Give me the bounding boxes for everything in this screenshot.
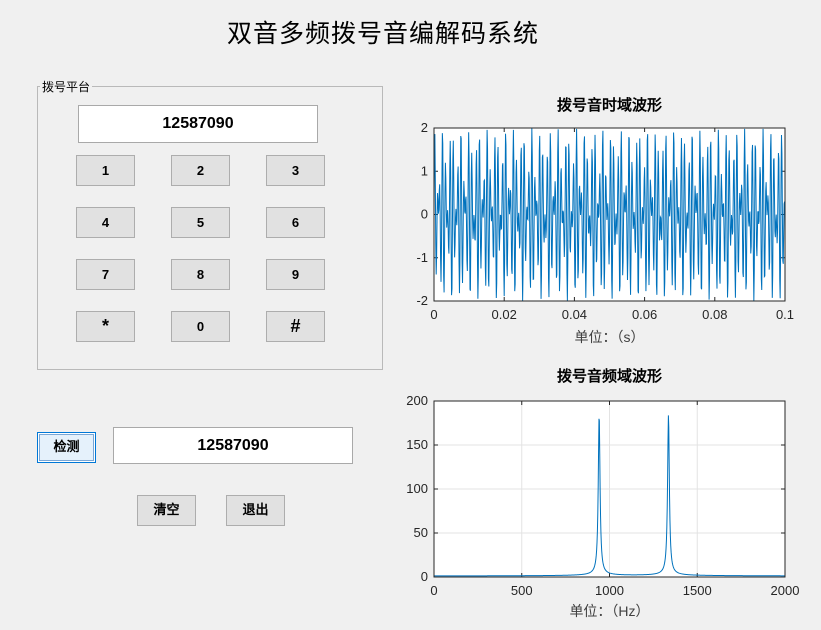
x-tick-label: 500 — [511, 583, 533, 598]
freq-xlabel: 单位：（Hz） — [569, 603, 649, 619]
time-chart-title: 拨号音时域波形 — [556, 96, 662, 114]
x-tick-label: 1500 — [683, 583, 712, 598]
y-tick-label: 2 — [421, 120, 428, 135]
time-xlabel: 单位：（s） — [575, 329, 645, 345]
key-3[interactable]: 3 — [266, 155, 325, 186]
y-tick-label: 200 — [406, 393, 428, 408]
key-5[interactable]: 5 — [171, 207, 230, 238]
y-tick-label: 1 — [421, 163, 428, 178]
x-tick-label: 0.08 — [702, 307, 727, 322]
y-tick-label: 150 — [406, 437, 428, 452]
x-tick-label: 1000 — [595, 583, 624, 598]
key-4[interactable]: 4 — [76, 207, 135, 238]
detect-result: 12587090 — [113, 427, 353, 464]
x-tick-label: 0.1 — [776, 307, 794, 322]
y-tick-label: -2 — [416, 293, 428, 308]
x-tick-label: 0.02 — [492, 307, 517, 322]
x-tick-label: 2000 — [771, 583, 800, 598]
freq-domain-chart: 0 50 100 150 200 0 500 1000 1500 2000 单位：（Hz） — [406, 393, 800, 619]
detect-button[interactable]: 检测 — [37, 432, 96, 463]
key-1[interactable]: 1 — [76, 155, 135, 186]
time-domain-chart: -2 -1 0 1 2 0 0.02 0.04 0.06 0.08 0.1 单位：（s） — [416, 120, 794, 345]
key-9[interactable]: 9 — [266, 259, 325, 290]
key-8[interactable]: 8 — [171, 259, 230, 290]
x-tick-label: 0 — [430, 583, 437, 598]
freq-chart-title: 拨号音频域波形 — [556, 367, 662, 385]
y-tick-label: 0 — [421, 569, 428, 584]
x-tick-label: 0.06 — [632, 307, 657, 322]
key-7[interactable]: 7 — [76, 259, 135, 290]
key-0[interactable]: 0 — [171, 311, 230, 342]
y-tick-label: 100 — [406, 481, 428, 496]
y-tick-label: 0 — [421, 207, 428, 222]
key-hash[interactable]: # — [266, 311, 325, 342]
y-tick-label: -1 — [416, 250, 428, 265]
clear-button[interactable]: 清空 — [137, 495, 196, 526]
y-tick-label: 50 — [414, 525, 428, 540]
app-title: 双音多频拨号音编解码系统 — [226, 19, 539, 48]
dial-panel-legend: 拨号平台 — [42, 80, 91, 94]
key-6[interactable]: 6 — [266, 207, 325, 238]
x-tick-label: 0 — [430, 307, 437, 322]
dial-display: 12587090 — [78, 105, 318, 143]
exit-button[interactable]: 退出 — [226, 495, 285, 526]
x-tick-label: 0.04 — [562, 307, 587, 322]
key-star[interactable]: * — [76, 311, 135, 342]
key-2[interactable]: 2 — [171, 155, 230, 186]
